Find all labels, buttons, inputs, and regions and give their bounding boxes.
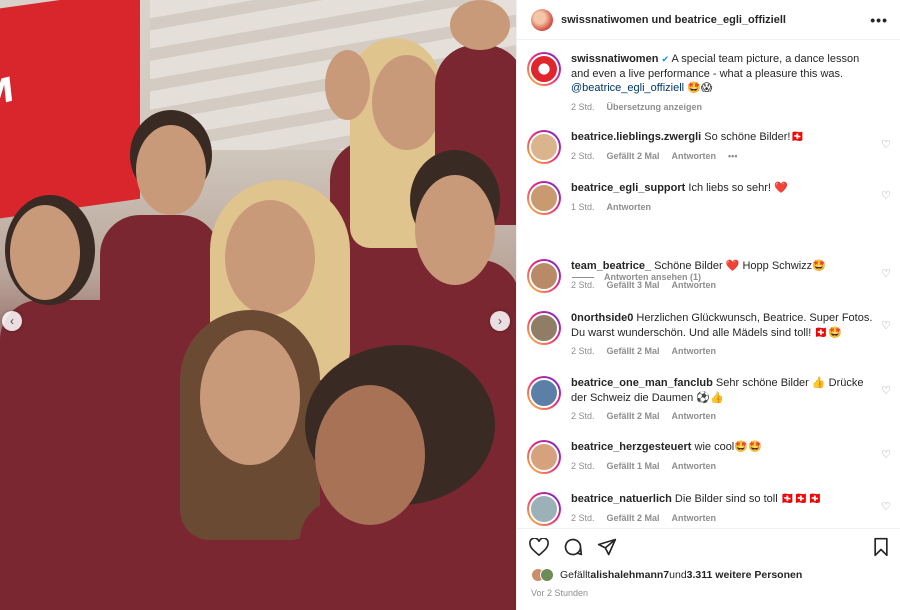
caption-emoji: 🤩😱 <box>684 82 713 94</box>
more-options-icon[interactable]: ••• <box>870 12 888 28</box>
likes-summary[interactable]: Gefällt alishalehmann7 und 3.311 weitere… <box>531 568 802 582</box>
translate-link[interactable]: Übersetzung anzeigen <box>607 102 703 112</box>
comment-likes[interactable]: Gefällt 1 Mal <box>607 461 660 471</box>
likes-count[interactable]: 3.311 weitere Personen <box>687 569 803 581</box>
caption-username[interactable]: swissnatiwomen <box>571 53 658 65</box>
avatar[interactable] <box>529 313 559 343</box>
avatar[interactable] <box>529 378 559 408</box>
comment-item: beatrice_natuerlich Die Bilder sind so t… <box>527 492 893 526</box>
player-face <box>325 50 370 120</box>
comment-time: 2 Std. <box>571 460 595 471</box>
like-comment-icon[interactable]: ♡ <box>881 500 891 513</box>
comment-likes[interactable]: Gefällt 2 Mal <box>607 151 660 161</box>
reply-button[interactable]: Antworten <box>672 461 717 471</box>
player-face <box>200 330 300 465</box>
previous-image-button[interactable]: ‹ <box>2 311 22 331</box>
comment-time: 2 Std. <box>571 512 595 523</box>
comment-time: 2 Std. <box>571 279 595 290</box>
reply-button[interactable]: Antworten <box>672 513 717 523</box>
comment-more-icon[interactable]: ••• <box>728 151 737 161</box>
player-shirt <box>0 300 160 610</box>
player-face <box>415 175 495 285</box>
comment-time: 2 Std. <box>571 346 595 356</box>
post-author-title[interactable]: swissnatiwomen und beatrice_egli_offizie… <box>561 14 870 26</box>
comment-text: Ich liebs so sehr! ❤️ <box>685 182 788 194</box>
verified-icon: ✔ <box>661 54 670 64</box>
like-comment-icon[interactable]: ♡ <box>881 319 891 332</box>
reply-button[interactable]: Antworten <box>672 151 717 161</box>
player-face <box>225 200 315 315</box>
avatar[interactable] <box>529 442 559 472</box>
avatar[interactable] <box>529 132 559 162</box>
player-face <box>10 205 80 300</box>
comment-username[interactable]: team_beatrice_ <box>571 260 651 272</box>
player-shirt <box>300 500 516 610</box>
avatar-ring[interactable] <box>527 52 561 86</box>
player-face <box>450 0 510 50</box>
player-face <box>372 55 442 150</box>
save-bookmark-icon[interactable] <box>873 537 889 557</box>
caption: swissnatiwomen ✔ A special team picture,… <box>527 52 893 112</box>
next-image-button[interactable]: › <box>490 311 510 331</box>
likes-user[interactable]: alishalehmann7 <box>590 569 669 581</box>
share-icon[interactable] <box>597 537 617 557</box>
comment-time: 2 Std. <box>571 411 595 421</box>
avatar[interactable] <box>529 183 559 213</box>
comment-text: Die Bilder sind so toll 🇨🇭🇨🇭🇨🇭 <box>671 493 822 505</box>
comment-item: team_beatrice_ Schöne Bilder ❤️ Hopp Sch… <box>527 259 893 293</box>
comment-username[interactable]: beatrice_one_man_fanclub <box>571 377 713 389</box>
banner-text: M <box>0 69 17 118</box>
post-side-panel: swissnatiwomen und beatrice_egli_offizie… <box>516 0 900 610</box>
avatar[interactable] <box>531 8 553 31</box>
player-face <box>136 125 206 215</box>
comment-item: beatrice_herzgesteuert wie cool🤩🤩 2 Std.… <box>527 440 893 474</box>
avatar[interactable] <box>529 494 559 524</box>
comment-username[interactable]: 0northside0 <box>571 312 633 324</box>
like-comment-icon[interactable]: ♡ <box>881 448 891 461</box>
post-timestamp: Vor 2 Stunden <box>531 588 589 598</box>
comment-likes[interactable]: Gefällt 2 Mal <box>607 411 660 421</box>
comment-likes[interactable]: Gefällt 2 Mal <box>607 513 660 523</box>
comment-item: beatrice.lieblings.zwergli So schöne Bil… <box>527 130 893 164</box>
comment-username[interactable]: beatrice_egli_support <box>571 182 685 194</box>
like-comment-icon[interactable]: ♡ <box>881 267 891 280</box>
heart-icon[interactable] <box>529 537 549 556</box>
avatar <box>540 568 554 582</box>
reply-button[interactable]: Antworten <box>607 202 652 212</box>
post-header: swissnatiwomen und beatrice_egli_offizie… <box>517 0 900 40</box>
comment-username[interactable]: beatrice_herzgesteuert <box>571 441 691 453</box>
comment-icon[interactable] <box>563 537 583 557</box>
like-comment-icon[interactable]: ♡ <box>881 189 891 202</box>
reply-button[interactable]: Antworten <box>672 280 717 290</box>
likes-mid: und <box>669 569 687 581</box>
caption-time: 2 Std. <box>571 101 595 112</box>
comment-text: Schöne Bilder ❤️ Hopp Schwizz🤩 <box>651 260 826 272</box>
comment-time: 2 Std. <box>571 150 595 161</box>
reply-button[interactable]: Antworten <box>672 346 717 356</box>
action-bar <box>517 528 900 564</box>
comment-time: 1 Std. <box>571 201 595 212</box>
avatar[interactable] <box>529 261 559 291</box>
comment-username[interactable]: beatrice.lieblings.zwergli <box>571 131 701 143</box>
comment-username[interactable]: beatrice_natuerlich <box>571 493 672 505</box>
comments-list[interactable]: swissnatiwomen ✔ A special team picture,… <box>517 40 900 528</box>
like-comment-icon[interactable]: ♡ <box>881 384 891 397</box>
comment-item: beatrice_egli_support Ich liebs so sehr!… <box>527 181 893 215</box>
comment-item: 0northside0 Herzlichen Glückwunsch, Beat… <box>527 311 893 356</box>
comment-item: beatrice_one_man_fanclub Sehr schöne Bil… <box>527 376 893 421</box>
post-photo: M ‹ › <box>0 0 516 610</box>
comment-text: wie cool🤩🤩 <box>691 441 762 453</box>
avatar[interactable] <box>529 54 559 84</box>
mention-link[interactable]: @beatrice_egli_offiziell <box>571 82 684 94</box>
reply-button[interactable]: Antworten <box>672 411 717 421</box>
red-banner: M <box>0 0 140 222</box>
comment-likes[interactable]: Gefällt 2 Mal <box>607 346 660 356</box>
player-face <box>315 385 425 525</box>
comment-likes[interactable]: Gefällt 3 Mal <box>607 280 660 290</box>
comment-text: So schöne Bilder!🇨🇭 <box>701 131 805 143</box>
likes-prefix: Gefällt <box>560 569 591 581</box>
like-comment-icon[interactable]: ♡ <box>881 138 891 151</box>
